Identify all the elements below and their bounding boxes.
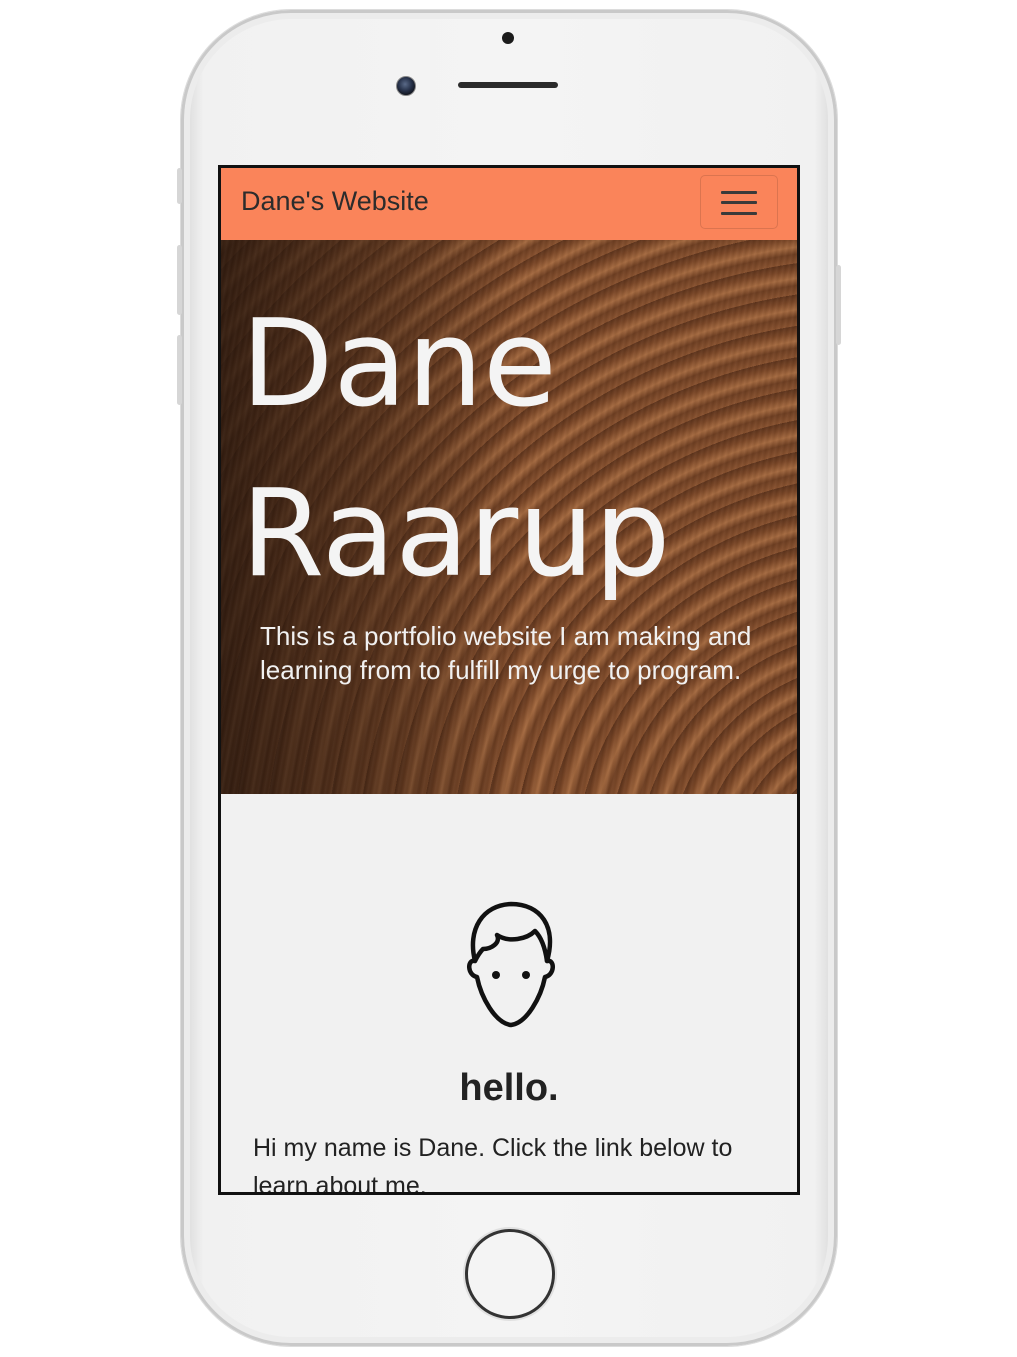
- phone-power-button: [836, 265, 841, 345]
- phone-volume-up-button: [177, 245, 182, 315]
- phone-home-button[interactable]: [465, 1229, 555, 1319]
- hamburger-menu-icon: [721, 212, 757, 215]
- about-text: Hi my name is Dane. Click the link below…: [253, 1134, 733, 1195]
- person-face-icon: [467, 901, 555, 1028]
- hamburger-menu-icon: [721, 191, 757, 194]
- hero-title: Dane Raarup: [241, 280, 670, 620]
- about-section: hello. Hi my name is Dane. Click the lin…: [221, 794, 797, 1195]
- hero-description: This is a portfolio website I am making …: [260, 621, 752, 685]
- hero-title-first-name: Dane: [241, 295, 557, 434]
- phone-side-button: [177, 168, 182, 204]
- hamburger-menu-icon: [721, 201, 757, 204]
- phone-screen: Dane's Website Dane Raarup This is a por…: [218, 165, 800, 1195]
- phone-front-camera: [396, 76, 416, 96]
- phone-speaker: [458, 82, 558, 88]
- navbar: Dane's Website: [221, 168, 797, 240]
- about-heading: hello.: [459, 1067, 559, 1109]
- hero-section: Dane Raarup This is a portfolio website …: [221, 240, 797, 794]
- navbar-brand-link[interactable]: Dane's Website: [241, 186, 429, 217]
- phone-sensor: [502, 32, 514, 44]
- hero-title-last-name: Raarup: [241, 465, 671, 604]
- hamburger-menu-button[interactable]: [700, 175, 778, 229]
- phone-volume-down-button: [177, 335, 182, 405]
